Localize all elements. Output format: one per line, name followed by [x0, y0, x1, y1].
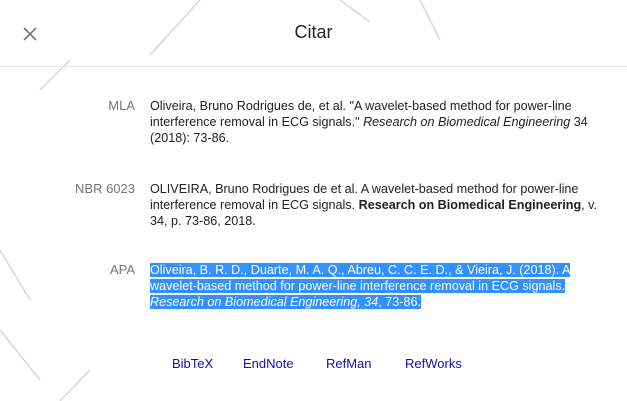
citation-style-label: APA [109, 262, 135, 277]
citation-journal: Research on Biomedical Engineering [363, 115, 571, 129]
citation-text[interactable]: Oliveira, B. R. D., Duarte, M. A. Q., Ab… [150, 262, 600, 310]
citation-text-part: , 73-86. [378, 295, 421, 309]
citation-text-part: Oliveira, B. R. D., Duarte, M. A. Q., Ab… [150, 263, 571, 293]
endnote-link[interactable]: EndNote [243, 356, 294, 371]
citation-text[interactable]: Oliveira, Bruno Rodrigues de, et al. "A … [150, 98, 600, 146]
cite-dialog: Citar MLA Oliveira, Bruno Rodrigues de, … [0, 0, 627, 401]
refworks-link[interactable]: RefWorks [405, 356, 462, 371]
citation-style-label: NBR 6023 [75, 181, 135, 196]
dialog-header: Citar [0, 0, 627, 67]
citation-journal: Research on Biomedical Engineering, 34 [150, 295, 379, 309]
dialog-title: Citar [294, 22, 333, 42]
bibtex-link[interactable]: BibTeX [172, 356, 213, 371]
citation-text[interactable]: OLIVEIRA, Bruno Rodrigues de et al. A wa… [150, 181, 600, 229]
citation-style-label: MLA [108, 98, 135, 113]
citation-journal: Research on Biomedical Engineering [358, 198, 582, 212]
refman-link[interactable]: RefMan [326, 356, 372, 371]
